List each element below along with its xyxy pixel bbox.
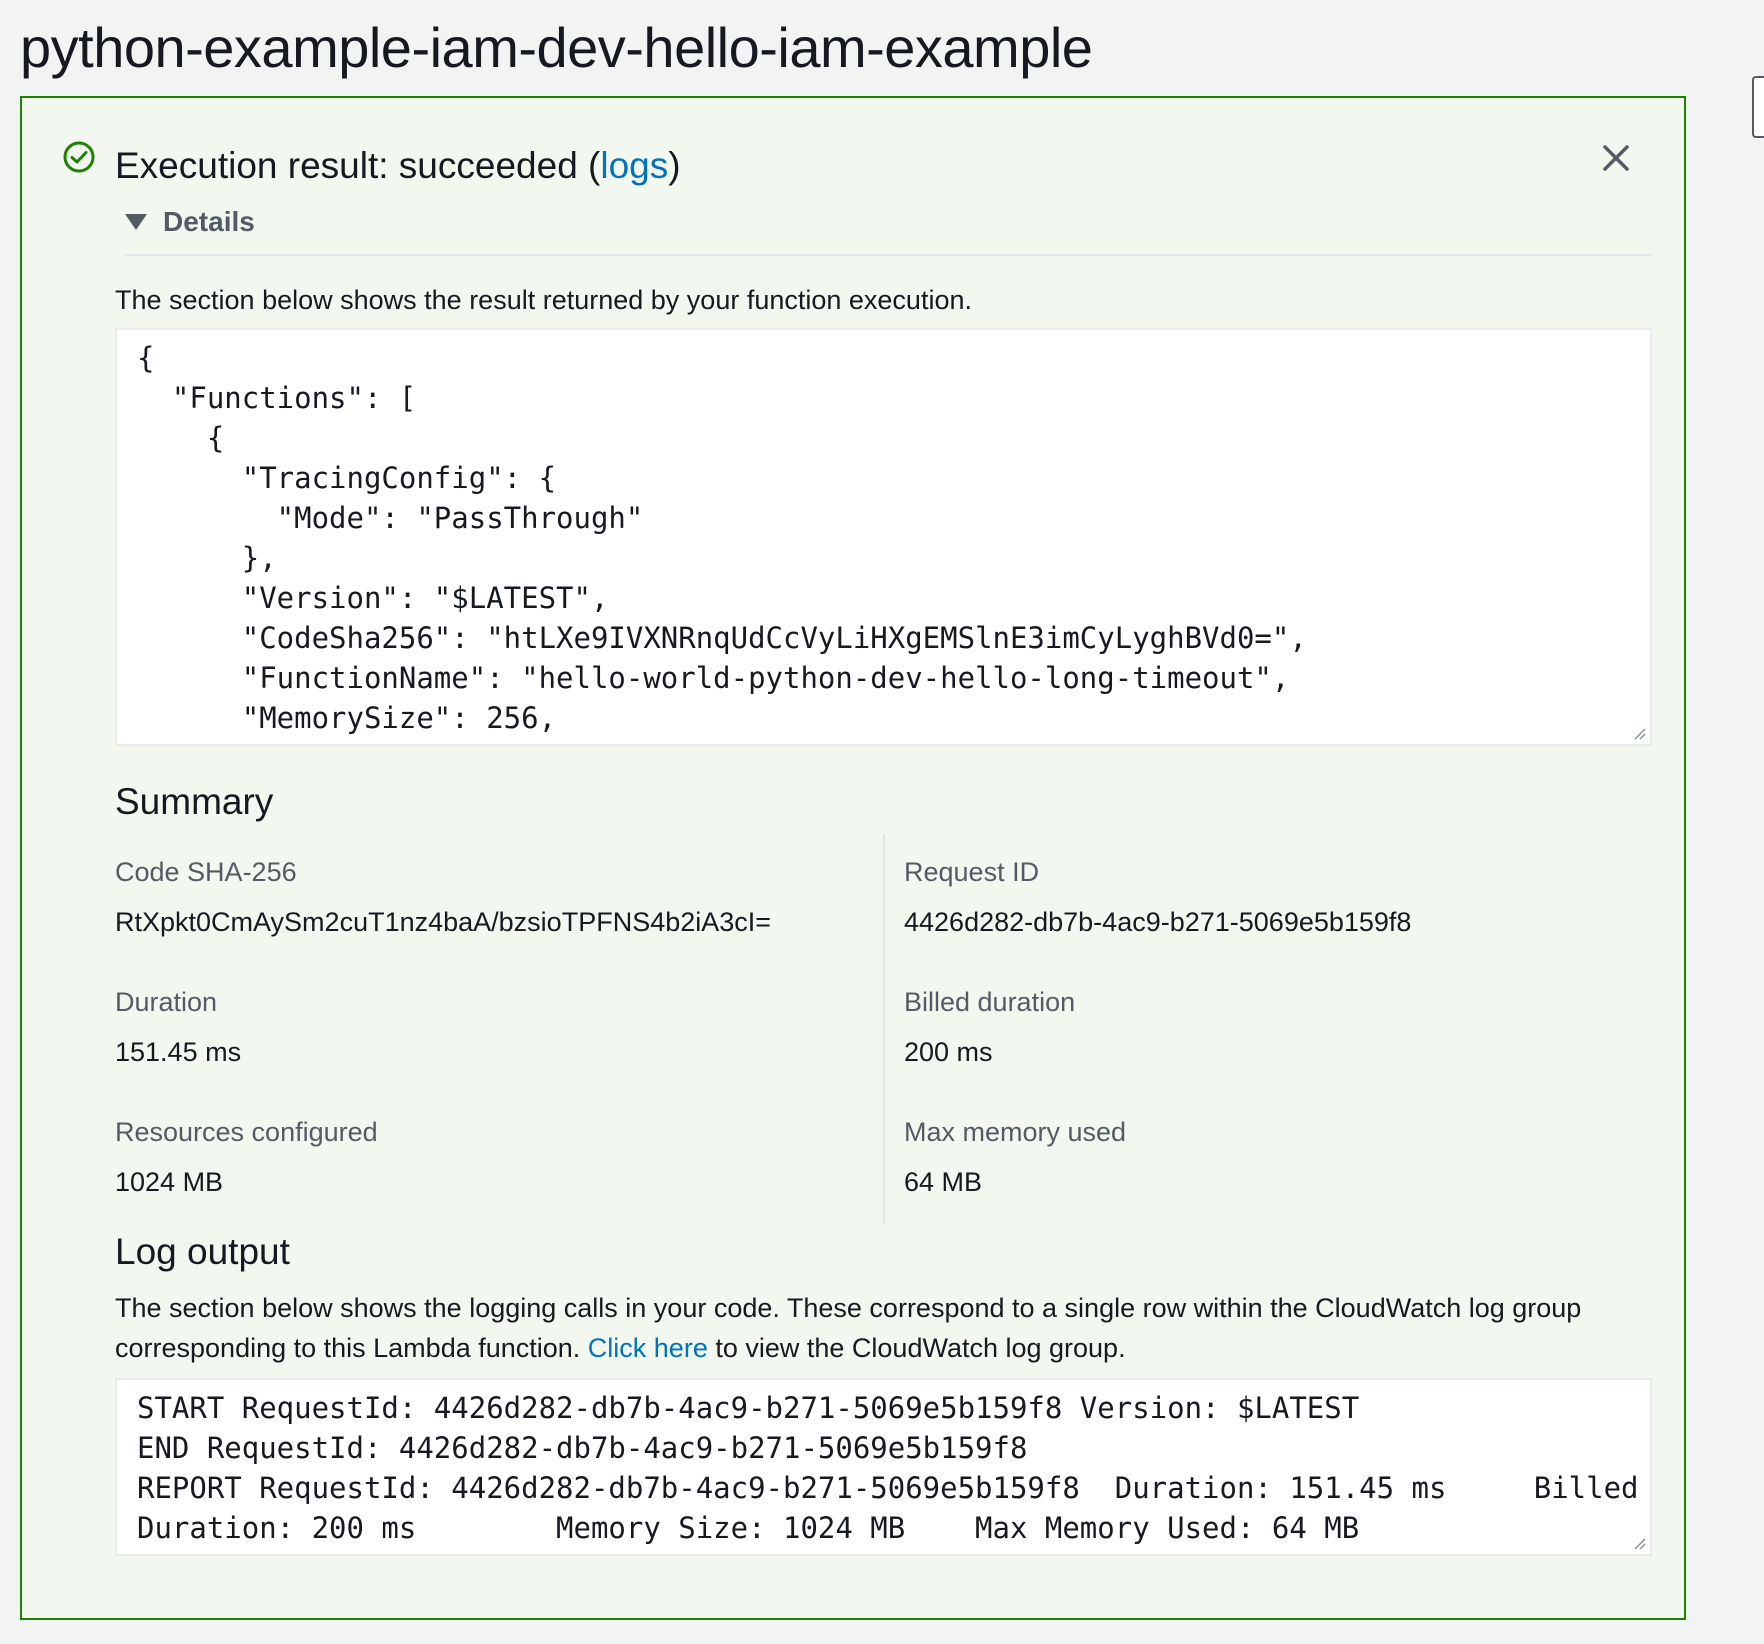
result-status-text: Execution result: succeeded ( [115, 145, 601, 186]
details-toggle[interactable]: Details [125, 206, 255, 238]
cloudwatch-log-group-link[interactable]: Click here [588, 1333, 708, 1363]
close-button[interactable] [1596, 138, 1636, 178]
result-code-line: "Mode": "PassThrough" [137, 501, 644, 535]
resources-configured-value: 1024 MB [115, 1167, 224, 1197]
result-code-line: "TracingConfig": { [137, 461, 557, 495]
side-panel-tab[interactable] [1752, 76, 1764, 138]
logs-link[interactable]: logs [600, 145, 668, 186]
result-code-line: "MemorySize": 256, [137, 701, 557, 735]
log-line: Duration: 200 ms Memory Size: 1024 MB Ma… [137, 1511, 1360, 1545]
code-sha256-label: Code SHA-256 [115, 857, 297, 887]
max-memory-used-value: 64 MB [904, 1167, 983, 1197]
summary-column-divider [883, 834, 885, 1224]
duration-label: Duration [115, 987, 218, 1017]
log-line: REPORT RequestId: 4426d282-db7b-4ac9-b27… [137, 1471, 1639, 1505]
result-code-line: "FunctionName": "hello-world-python-dev-… [137, 661, 1290, 695]
function-result-description: The section below shows the result retur… [115, 285, 972, 315]
request-id-label: Request ID [904, 857, 1040, 887]
log-line: END RequestId: 4426d282-db7b-4ac9-b271-5… [137, 1431, 1028, 1465]
check-circle-icon [63, 141, 95, 173]
result-code-line: "Functions": [ [137, 381, 417, 415]
result-code-line: { [137, 421, 225, 455]
billed-duration-label: Billed duration [904, 987, 1076, 1017]
resources-configured-label: Resources configured [115, 1117, 378, 1147]
max-memory-used-label: Max memory used [904, 1117, 1127, 1147]
function-result-output[interactable]: { "Functions": [ { "TracingConfig": { "M… [115, 328, 1652, 746]
code-sha256-value: RtXpkt0CmAySm2cuT1nz4baA/bzsioTPFNS4b2iA… [115, 907, 772, 937]
billed-duration-value: 200 ms [904, 1037, 993, 1067]
log-output-title: Log output [115, 1231, 290, 1272]
execution-result-heading: Execution result: succeeded (logs) [115, 144, 681, 188]
result-code-line: "CodeSha256": "htLXe9IVXNRnqUdCcVyLiHXgE… [137, 621, 1307, 655]
result-code-line: }, [137, 541, 277, 575]
resize-grip-icon[interactable] [1632, 1536, 1646, 1550]
duration-value: 151.45 ms [115, 1037, 242, 1067]
log-output-description-suffix: to view the CloudWatch log group. [707, 1333, 1126, 1363]
request-id-value: 4426d282-db7b-4ac9-b271-5069e5b159f8 [904, 907, 1412, 937]
summary-title: Summary [115, 781, 274, 822]
summary-grid: Code SHA-256 RtXpkt0CmAySm2cuT1nz4baA/bz… [115, 834, 1655, 1224]
caret-down-icon [125, 214, 147, 230]
log-line: START RequestId: 4426d282-db7b-4ac9-b271… [137, 1391, 1360, 1425]
execution-result-panel: Execution result: succeeded (logs) Detai… [20, 96, 1686, 1620]
page-title: python-example-iam-dev-hello-iam-example [20, 16, 1093, 79]
details-label: Details [163, 206, 255, 237]
resize-grip-icon[interactable] [1632, 726, 1646, 740]
close-icon [1603, 145, 1629, 171]
result-code-line: "Version": "$LATEST", [137, 581, 609, 615]
log-output-box[interactable]: START RequestId: 4426d282-db7b-4ac9-b271… [115, 1378, 1652, 1556]
details-divider [125, 254, 1652, 256]
result-code-line: { [137, 341, 155, 375]
log-output-description: The section below shows the logging call… [115, 1288, 1655, 1368]
result-heading-suffix: ) [668, 145, 681, 186]
